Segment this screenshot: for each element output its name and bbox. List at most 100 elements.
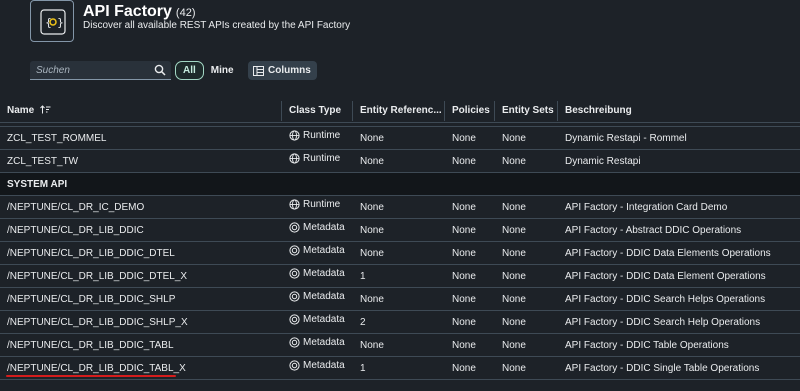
table-row[interactable]: /NEPTUNE/CL_DR_LIB_DDIC_DTEL_X Metadata … xyxy=(0,265,800,288)
page-subtitle: Discover all available REST APIs created… xyxy=(83,20,351,31)
cell-name: ZCL_TEST_TW xyxy=(7,156,79,167)
table-row[interactable]: /NEPTUNE/CL_DR_LIB_DDIC Metadata None No… xyxy=(0,219,800,242)
red-underline-annotation xyxy=(6,375,176,377)
cell-entity-references: None xyxy=(360,225,384,236)
cell-entity-references: 1 xyxy=(360,363,366,374)
cell-description: API Factory - DDIC Search Help Operation… xyxy=(565,317,761,328)
table-header: Name Class Type Entity Referenc... Polic… xyxy=(0,98,800,123)
cell-policies: None xyxy=(452,133,476,144)
search-field[interactable] xyxy=(30,61,171,80)
api-table: Name Class Type Entity Referenc... Polic… xyxy=(0,98,800,380)
page-title: API Factory xyxy=(83,3,172,20)
column-header-policies[interactable]: Policies xyxy=(452,105,490,116)
cell-name: /NEPTUNE/CL_DR_LIB_DDIC_TABL xyxy=(7,340,174,351)
filter-segmented-button: All Mine xyxy=(175,61,241,80)
svg-text:{: { xyxy=(45,16,52,29)
cell-name: /NEPTUNE/CL_DR_LIB_DDIC_TABL_X xyxy=(7,363,186,374)
table-row[interactable]: /NEPTUNE/CL_DR_LIB_DDIC_SHLP Metadata No… xyxy=(0,288,800,311)
cell-entity-sets: None xyxy=(502,202,526,213)
cell-policies: None xyxy=(452,248,476,259)
cell-description: API Factory - DDIC Data Element Operatio… xyxy=(565,271,766,282)
cell-description: Dynamic Restapi - Rommel xyxy=(565,133,687,144)
cell-entity-references: None xyxy=(360,248,384,259)
table-row[interactable]: ZCL_TEST_TW Runtime None None None Dynam… xyxy=(0,150,800,173)
cell-entity-sets: None xyxy=(502,225,526,236)
column-header-class-type[interactable]: Class Type xyxy=(289,105,341,116)
cell-name: /NEPTUNE/CL_DR_LIB_DDIC_DTEL_X xyxy=(7,271,188,282)
table-row[interactable]: /NEPTUNE/CL_DR_LIB_DDIC_TABL Metadata No… xyxy=(0,334,800,357)
filter-all-button[interactable]: All xyxy=(175,61,204,80)
cell-policies: None xyxy=(452,202,476,213)
column-header-description[interactable]: Beschreibung xyxy=(565,105,632,116)
cell-entity-sets: None xyxy=(502,271,526,282)
cell-class-type: Metadata xyxy=(289,245,345,256)
cell-description: API Factory - DDIC Table Operations xyxy=(565,340,729,351)
cell-class-type: Metadata xyxy=(289,291,345,302)
globe-icon xyxy=(289,153,300,164)
cell-entity-sets: None xyxy=(502,363,526,374)
group-header-row[interactable]: SYSTEM API xyxy=(0,173,800,196)
sort-ascending-icon xyxy=(40,105,51,114)
cell-class-type: Metadata xyxy=(289,337,345,348)
table-row[interactable]: /NEPTUNE/CL_DR_IC_DEMO Runtime None None… xyxy=(0,196,800,219)
api-factory-logo-icon: { } xyxy=(30,0,74,42)
metadata-icon xyxy=(289,360,300,371)
cell-entity-references: 1 xyxy=(360,271,366,282)
cell-entity-sets: None xyxy=(502,340,526,351)
metadata-icon xyxy=(289,222,300,233)
cell-name: /NEPTUNE/CL_DR_LIB_DDIC_SHLP xyxy=(7,294,176,305)
cell-description: Dynamic Restapi xyxy=(565,156,641,167)
cell-entity-references: None xyxy=(360,294,384,305)
cell-name: /NEPTUNE/CL_DR_IC_DEMO xyxy=(7,202,145,213)
search-icon[interactable] xyxy=(154,64,166,76)
metadata-icon xyxy=(289,245,300,256)
globe-icon xyxy=(289,130,300,141)
item-count: (42) xyxy=(175,7,196,19)
cell-entity-sets: None xyxy=(502,156,526,167)
table-row[interactable]: /NEPTUNE/CL_DR_LIB_DDIC_TABL_X Metadata … xyxy=(0,357,800,380)
cell-description: API Factory - Integration Card Demo xyxy=(565,202,728,213)
columns-button[interactable]: Columns xyxy=(248,61,317,80)
cell-policies: None xyxy=(452,340,476,351)
table-row[interactable]: ZCL_TEST_ROMMEL Runtime None None None D… xyxy=(0,127,800,150)
metadata-icon xyxy=(289,314,300,325)
cell-name: ZCL_TEST_ROMMEL xyxy=(7,133,107,144)
columns-button-label: Columns xyxy=(268,65,311,76)
cell-entity-references: None xyxy=(360,133,384,144)
cell-policies: None xyxy=(452,156,476,167)
column-header-entity-references[interactable]: Entity Referenc... xyxy=(360,105,442,116)
cell-class-type: Metadata xyxy=(289,222,345,233)
cell-name: /NEPTUNE/CL_DR_LIB_DDIC_SHLP_X xyxy=(7,317,188,328)
table-row[interactable]: /NEPTUNE/CL_DR_LIB_DDIC_DTEL Metadata No… xyxy=(0,242,800,265)
cell-class-type: Metadata xyxy=(289,360,345,371)
cell-class-type: Metadata xyxy=(289,268,345,279)
cell-description: API Factory - Abstract DDIC Operations xyxy=(565,225,742,236)
cell-entity-sets: None xyxy=(502,317,526,328)
metadata-icon xyxy=(289,268,300,279)
column-separator xyxy=(352,101,353,121)
cell-entity-references: None xyxy=(360,202,384,213)
cell-policies: None xyxy=(452,225,476,236)
cell-policies: None xyxy=(452,271,476,282)
cell-policies: None xyxy=(452,317,476,328)
column-header-entity-sets[interactable]: Entity Sets xyxy=(502,105,554,116)
metadata-icon xyxy=(289,291,300,302)
globe-icon xyxy=(289,199,300,210)
cell-name: /NEPTUNE/CL_DR_LIB_DDIC_DTEL xyxy=(7,248,175,259)
cell-name: /NEPTUNE/CL_DR_LIB_DDIC xyxy=(7,225,144,236)
cell-policies: None xyxy=(452,294,476,305)
table-row[interactable]: /NEPTUNE/CL_DR_LIB_DDIC_SHLP_X Metadata … xyxy=(0,311,800,334)
cell-description: API Factory - DDIC Data Elements Operati… xyxy=(565,248,771,259)
cell-entity-references: 2 xyxy=(360,317,366,328)
cell-class-type: Metadata xyxy=(289,314,345,325)
filter-mine-button[interactable]: Mine xyxy=(204,61,241,80)
search-input[interactable] xyxy=(36,63,146,78)
cell-description: API Factory - DDIC Single Table Operatio… xyxy=(565,363,760,374)
column-separator xyxy=(494,101,495,121)
column-header-name[interactable]: Name xyxy=(7,105,51,116)
cell-entity-sets: None xyxy=(502,248,526,259)
cell-class-type: Runtime xyxy=(289,153,340,164)
cell-entity-references: None xyxy=(360,340,384,351)
title-row: API Factory (42) xyxy=(83,3,195,21)
cell-description: API Factory - DDIC Search Helps Operatio… xyxy=(565,294,766,305)
